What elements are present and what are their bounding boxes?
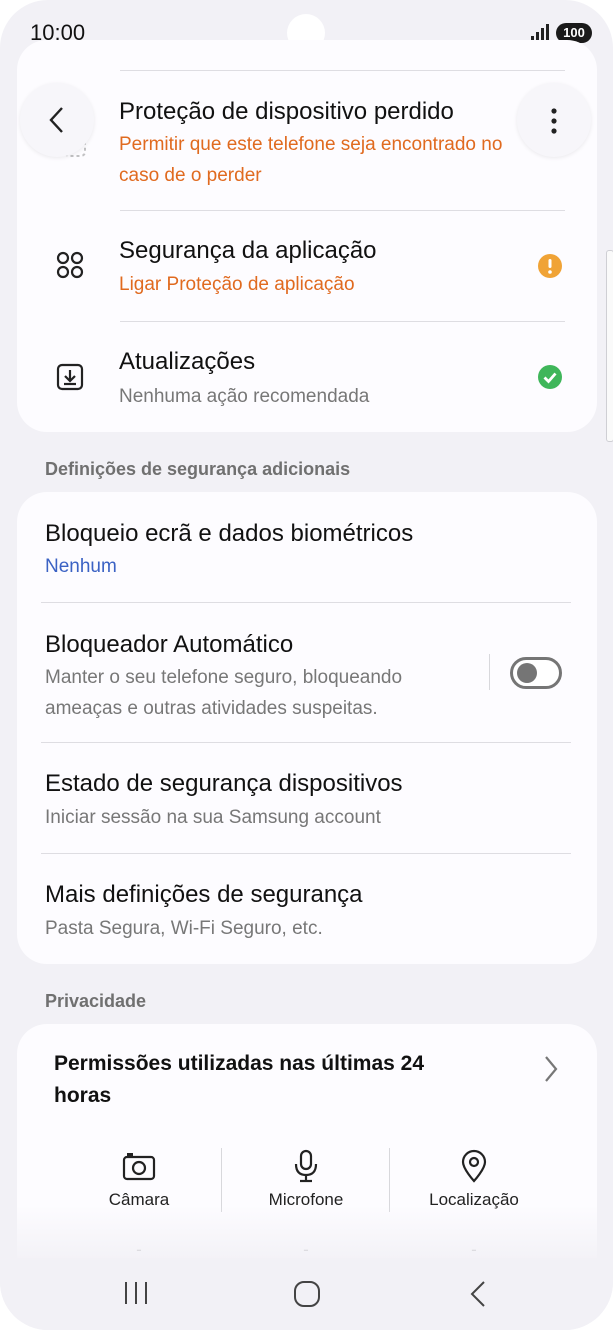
row-subtitle: Nenhuma ação recomendada: [119, 386, 370, 407]
phone-screen: 10:00 100 Proteção de dispositivo perdid…: [0, 0, 613, 1330]
row-subtitle: Nenhum: [45, 556, 117, 577]
row-title: Estado de segurança dispositivos: [45, 770, 403, 797]
chevron-left-icon: [49, 107, 63, 133]
list-item-more-security-settings[interactable]: Mais definições de segurança Pasta Segur…: [17, 854, 597, 962]
recent-apps-icon[interactable]: [122, 1280, 150, 1306]
row-title: Proteção de dispositivo perdido: [119, 98, 454, 125]
location-icon: [461, 1149, 487, 1183]
more-options-button[interactable]: [517, 83, 591, 157]
more-vertical-icon: [551, 108, 557, 134]
list-item-screen-lock[interactable]: Bloqueio ecrã e dados biométricos Nenhum: [17, 492, 597, 602]
section-header-privacy: Privacidade: [45, 991, 147, 1011]
section-header-additional: Definições de segurança adicionais: [45, 459, 351, 479]
row-title: Segurança da aplicação: [119, 237, 377, 264]
divider: [120, 70, 565, 71]
camera-icon: [122, 1153, 156, 1181]
permissions-title: Permissões utilizadas nas últimas 24 hor…: [54, 1052, 425, 1107]
chevron-right-icon: [545, 1056, 558, 1082]
list-item-lost-device[interactable]: Proteção de dispositivo perdido Permitir…: [17, 88, 597, 208]
row-subtitle: Ligar Proteção de aplicação: [119, 274, 355, 295]
permission-separator: [221, 1148, 222, 1212]
row-title: Bloqueio ecrã e dados biométricos: [45, 520, 414, 547]
list-item-auto-blocker[interactable]: Bloqueador Automático Manter o seu telef…: [17, 603, 487, 741]
row-title: Mais definições de segurança: [45, 881, 363, 908]
navigation-bar: [0, 1258, 613, 1330]
divider: [120, 321, 565, 322]
bottom-fade: [0, 1205, 613, 1265]
auto-blocker-toggle[interactable]: [510, 657, 562, 689]
row-title: Atualizações: [119, 348, 256, 375]
download-box-icon: [56, 363, 84, 391]
list-item-device-security-status[interactable]: Estado de segurança dispositivos Iniciar…: [17, 743, 597, 853]
home-icon[interactable]: [293, 1280, 321, 1308]
toggle-knob: [517, 663, 537, 683]
permissions-used-row[interactable]: Permissões utilizadas nas últimas 24 hor…: [17, 1024, 597, 1124]
row-title: Bloqueador Automático: [45, 631, 294, 658]
permission-separator: [389, 1148, 390, 1212]
toggle-separator: [489, 654, 490, 690]
row-subtitle: Pasta Segura, Wi-Fi Seguro, etc.: [45, 918, 323, 939]
back-nav-icon[interactable]: [468, 1280, 488, 1308]
warning-icon: [538, 254, 562, 278]
back-button[interactable]: [20, 83, 94, 157]
list-item-app-security[interactable]: Segurança da aplicação Ligar Proteção de…: [17, 212, 597, 320]
scrollbar[interactable]: [606, 250, 613, 442]
row-subtitle: Permitir que este telefone seja encontra…: [119, 134, 503, 186]
divider: [120, 210, 565, 211]
row-subtitle: Manter o seu telefone seguro, bloqueando…: [45, 667, 403, 719]
list-item-updates[interactable]: Atualizações Nenhuma ação recomendada: [17, 323, 597, 428]
app-grid-icon: [56, 251, 84, 279]
microphone-icon: [294, 1149, 318, 1183]
check-icon: [538, 365, 562, 389]
row-subtitle: Iniciar sessão na sua Samsung account: [45, 807, 381, 828]
